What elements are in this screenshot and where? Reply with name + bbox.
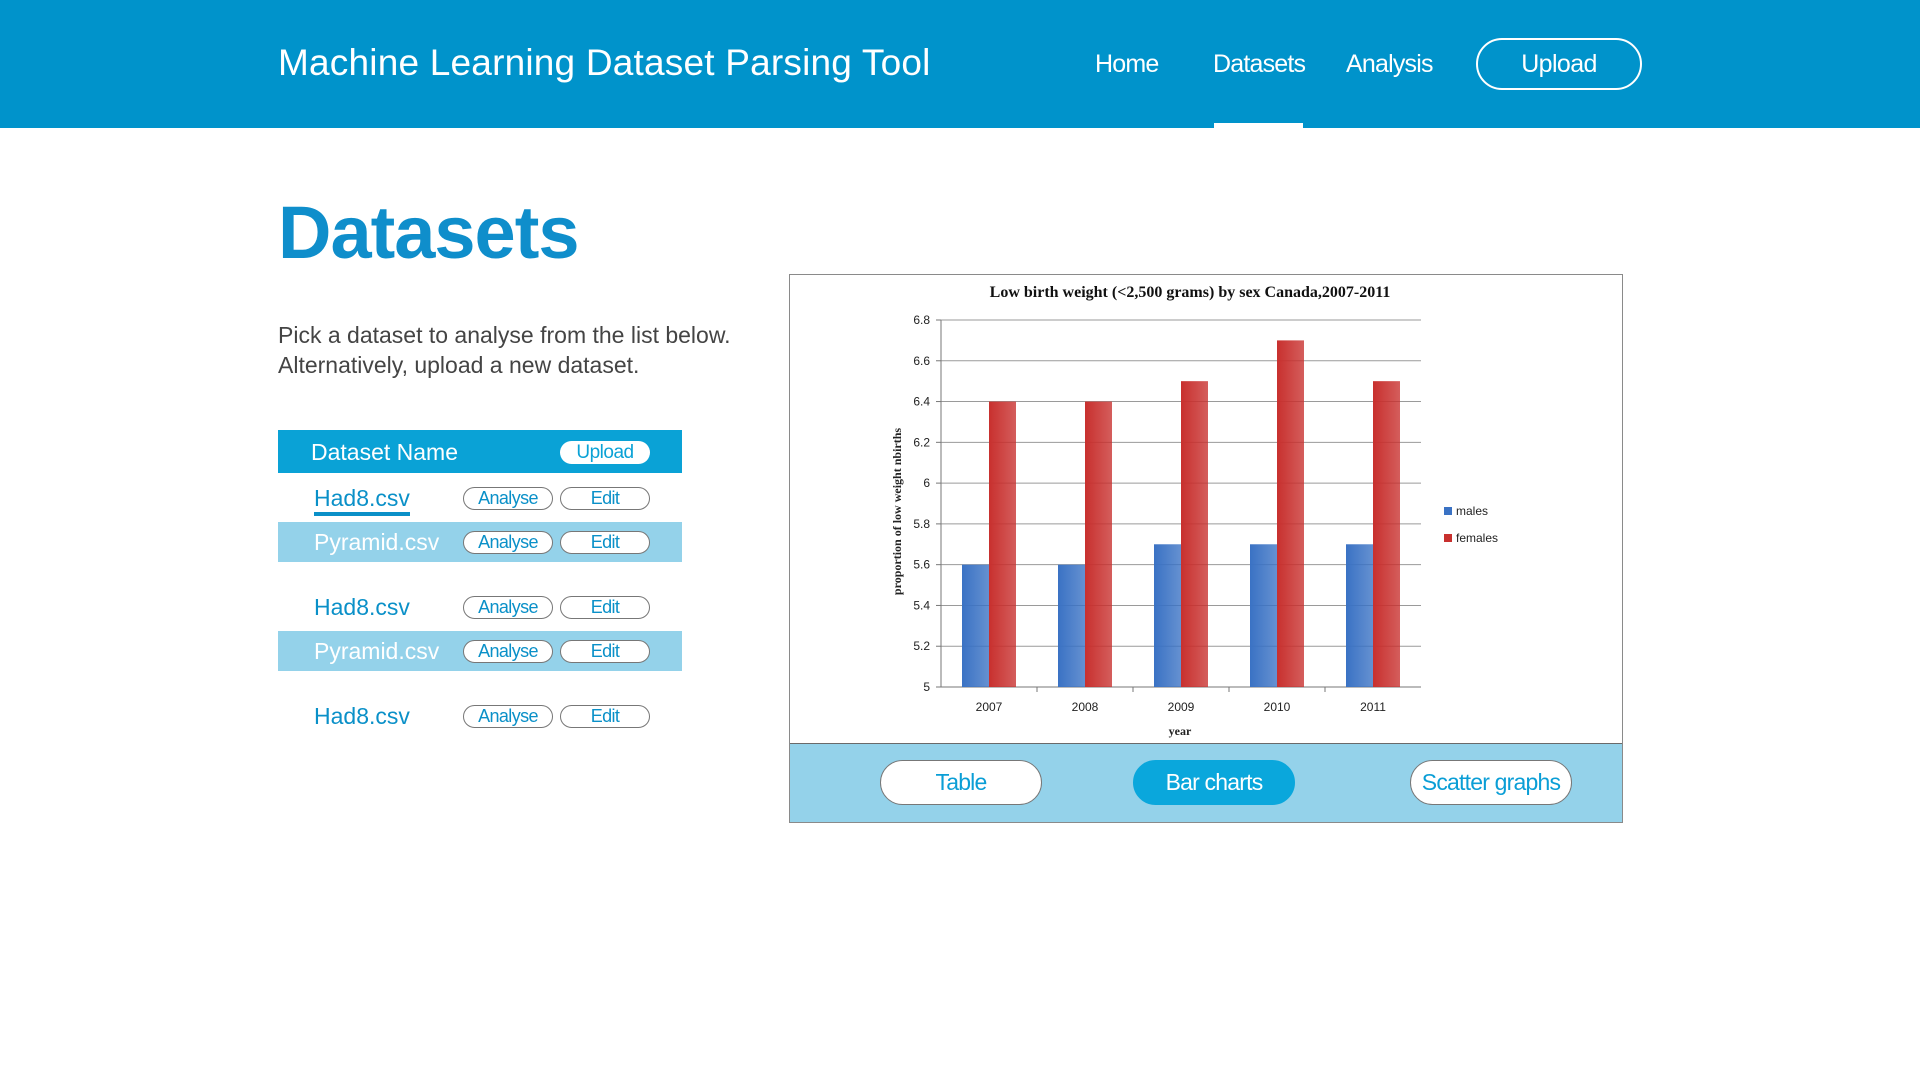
x-tick-label: 2011 bbox=[1360, 700, 1386, 714]
nav-analysis[interactable]: Analysis bbox=[1346, 50, 1434, 79]
legend-swatch-males bbox=[1444, 507, 1452, 515]
edit-button[interactable]: Edit bbox=[560, 640, 650, 663]
tab-bar-charts[interactable]: Bar charts bbox=[1133, 760, 1295, 805]
analyse-button[interactable]: Analyse bbox=[463, 531, 553, 554]
analyse-button[interactable]: Analyse bbox=[463, 596, 553, 619]
y-axis-label: proportion of low weight nbirths bbox=[890, 428, 904, 595]
bar-females bbox=[1181, 381, 1208, 687]
legend-label-males: males bbox=[1456, 504, 1488, 518]
y-tick-label: 5.8 bbox=[913, 517, 930, 531]
edit-button[interactable]: Edit bbox=[560, 596, 650, 619]
header-upload-button[interactable]: Upload bbox=[1476, 38, 1642, 90]
y-tick-label: 6 bbox=[923, 476, 930, 490]
dataset-row: Had8.csv Analyse Edit bbox=[278, 696, 682, 736]
dataset-name-link[interactable]: Had8.csv bbox=[314, 703, 410, 730]
tab-table[interactable]: Table bbox=[880, 760, 1042, 805]
dataset-row: Pyramid.csv Analyse Edit bbox=[278, 631, 682, 671]
top-navigation-bar: Machine Learning Dataset Parsing Tool Ho… bbox=[0, 0, 1920, 128]
analyse-button[interactable]: Analyse bbox=[463, 705, 553, 728]
bar-females bbox=[1277, 340, 1304, 687]
y-tick-label: 5.6 bbox=[913, 558, 930, 572]
page-title: Datasets bbox=[278, 191, 580, 274]
chart-panel: Low birth weight (<2,500 grams) by sex C… bbox=[789, 274, 1623, 823]
y-tick-label: 6.2 bbox=[913, 435, 930, 449]
nav-datasets[interactable]: Datasets bbox=[1213, 50, 1306, 79]
edit-button[interactable]: Edit bbox=[560, 531, 650, 554]
active-nav-indicator bbox=[1214, 123, 1303, 128]
bar-males bbox=[962, 564, 989, 687]
y-tick-label: 6.8 bbox=[913, 313, 930, 327]
dataset-name-link[interactable]: Had8.csv bbox=[314, 485, 410, 516]
dataset-name-link[interactable]: Had8.csv bbox=[314, 594, 410, 621]
dataset-row: Had8.csv Analyse Edit bbox=[278, 478, 682, 518]
y-tick-label: 6.4 bbox=[913, 395, 930, 409]
analyse-button[interactable]: Analyse bbox=[463, 640, 553, 663]
intro-text: Pick a dataset to analyse from the list … bbox=[278, 320, 731, 380]
dataset-name-column-header: Dataset Name bbox=[311, 439, 459, 465]
bar-females bbox=[1373, 381, 1400, 687]
bar-males bbox=[1154, 544, 1181, 687]
intro-line-1: Pick a dataset to analyse from the list … bbox=[278, 322, 731, 348]
x-tick-label: 2007 bbox=[976, 700, 1003, 714]
tab-scatter-graphs[interactable]: Scatter graphs bbox=[1410, 760, 1572, 805]
dataset-row: Had8.csv Analyse Edit bbox=[278, 587, 682, 627]
intro-line-2: Alternatively, upload a new dataset. bbox=[278, 352, 640, 378]
y-tick-label: 5.2 bbox=[913, 639, 930, 653]
x-axis-label: year bbox=[1169, 724, 1192, 738]
legend-swatch-females bbox=[1444, 534, 1452, 542]
x-tick-label: 2009 bbox=[1168, 700, 1195, 714]
dataset-name-link[interactable]: Pyramid.csv bbox=[314, 529, 439, 556]
dataset-name-link[interactable]: Pyramid.csv bbox=[314, 638, 439, 665]
analyse-button[interactable]: Analyse bbox=[463, 487, 553, 510]
edit-button[interactable]: Edit bbox=[560, 487, 650, 510]
bar-females bbox=[989, 401, 1016, 687]
edit-button[interactable]: Edit bbox=[560, 705, 650, 728]
bar-males bbox=[1058, 564, 1085, 687]
y-tick-label: 6.6 bbox=[913, 354, 930, 368]
y-tick-label: 5.4 bbox=[913, 598, 930, 612]
bar-chart: Low birth weight (<2,500 grams) by sex C… bbox=[890, 284, 1498, 738]
list-upload-button[interactable]: Upload bbox=[560, 441, 650, 464]
legend-label-females: females bbox=[1456, 531, 1498, 545]
x-tick-label: 2008 bbox=[1072, 700, 1099, 714]
bar-females bbox=[1085, 401, 1112, 687]
bar-males bbox=[1250, 544, 1277, 687]
nav-home[interactable]: Home bbox=[1095, 50, 1159, 79]
chart-type-tabs: Table Bar charts Scatter graphs bbox=[790, 743, 1622, 822]
dataset-list-header: Dataset Name Upload bbox=[278, 430, 682, 473]
bar-males bbox=[1346, 544, 1373, 687]
y-tick-label: 5 bbox=[923, 680, 930, 694]
dataset-row: Pyramid.csv Analyse Edit bbox=[278, 522, 682, 562]
x-tick-label: 2010 bbox=[1264, 700, 1291, 714]
chart-title: Low birth weight (<2,500 grams) by sex C… bbox=[990, 284, 1391, 301]
app-title: Machine Learning Dataset Parsing Tool bbox=[278, 42, 931, 83]
